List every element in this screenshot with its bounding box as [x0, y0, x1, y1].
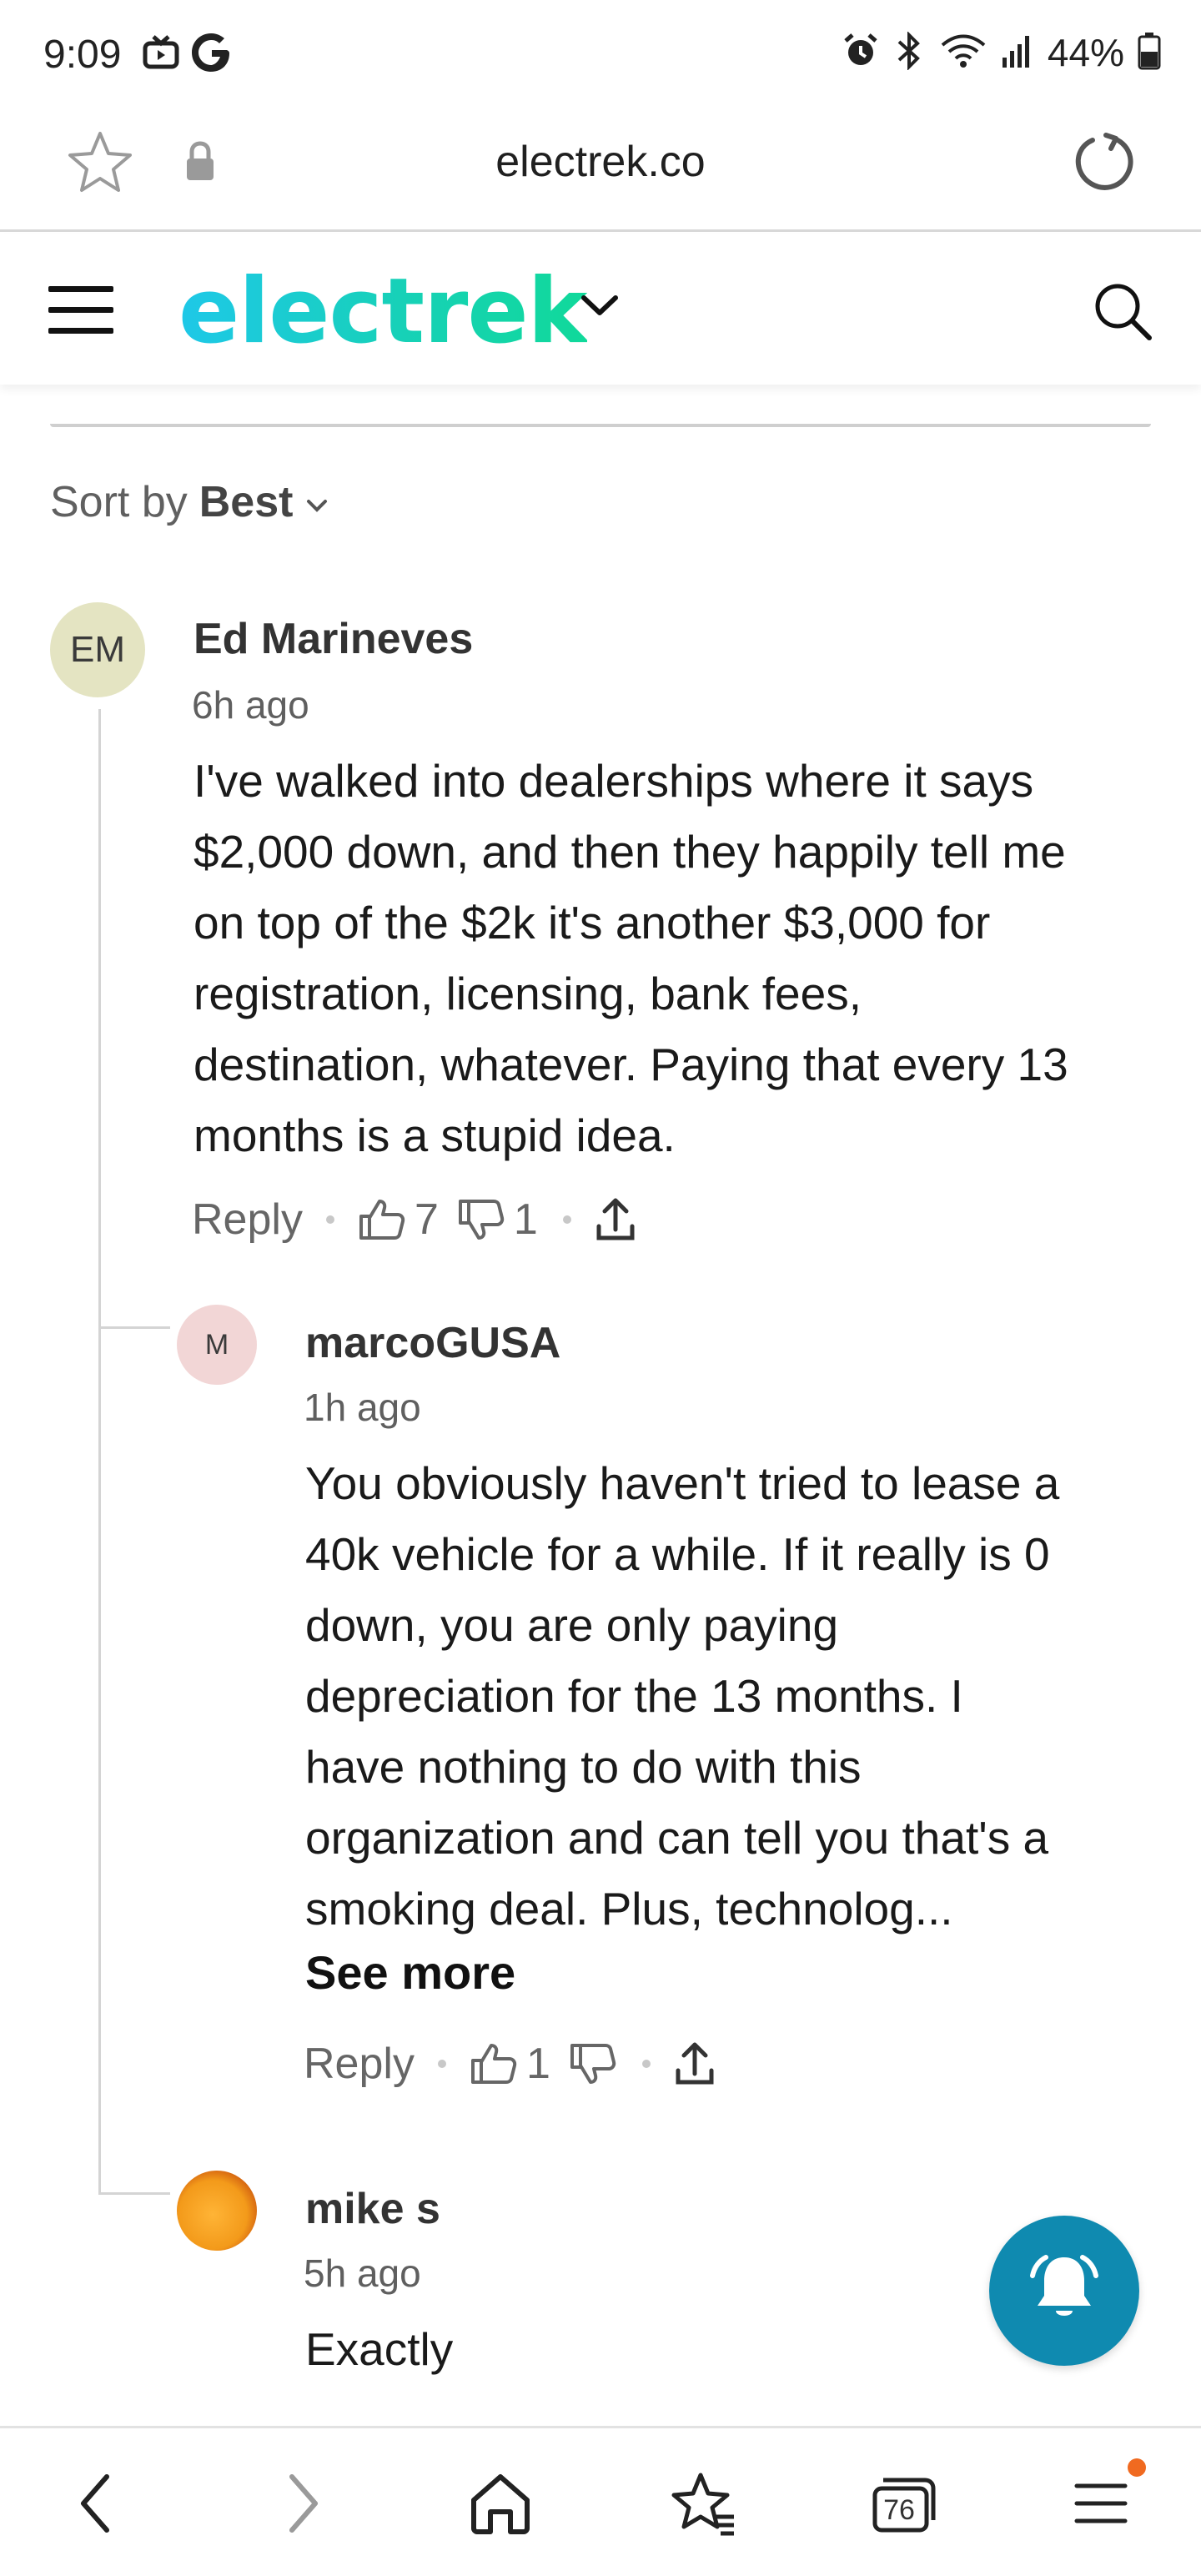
see-more-link[interactable]: See more: [305, 1945, 515, 2000]
comment-body: You obviously haven't tried to lease a 4…: [305, 1448, 1181, 1945]
sort-value: Best: [198, 478, 294, 526]
comment-line: organization and can tell you that's a: [305, 1812, 1049, 1864]
chevron-down-icon[interactable]: [579, 289, 621, 327]
comment-line: 40k vehicle for a while. If it really is…: [305, 1528, 1050, 1580]
bookmarks-icon[interactable]: [661, 2462, 744, 2545]
share-icon[interactable]: [595, 1196, 636, 1243]
comment-time: 6h ago: [192, 683, 309, 727]
status-time: 9:09: [43, 33, 122, 77]
comment-line: down, you are only paying: [305, 1599, 839, 1651]
comment-line: destination, whatever. Paying that every…: [193, 1039, 1068, 1090]
comment-line: You obviously haven't tried to lease a: [305, 1457, 1060, 1509]
menu-notification-dot: [1128, 2458, 1146, 2477]
separator-dot: [562, 1215, 571, 1224]
reply-button[interactable]: Reply: [304, 2039, 415, 2089]
share-icon[interactable]: [674, 2040, 716, 2087]
search-icon[interactable]: [1091, 279, 1154, 347]
tab-count: 76: [883, 2493, 915, 2526]
comment-line: $2,000 down, and then they happily tell …: [193, 826, 1066, 878]
comment-input-border: [50, 424, 1151, 427]
avatar[interactable]: [177, 2171, 257, 2251]
comment-author[interactable]: marcoGUSA: [305, 1318, 560, 1368]
avatar[interactable]: M: [177, 1305, 257, 1385]
status-left-icons: [142, 30, 234, 79]
status-bar: 9:09 44%: [0, 0, 1201, 107]
comment-line: have nothing to do with this: [305, 1741, 862, 1793]
thumbs-up-icon[interactable]: [470, 2042, 518, 2085]
forward-button[interactable]: [260, 2462, 344, 2545]
comment-line: smoking deal. Plus, technolog...: [305, 1883, 953, 1935]
chevron-down-icon: [304, 477, 329, 527]
battery-icon: [1138, 32, 1161, 74]
status-right-icons: 44%: [842, 30, 1161, 75]
url-address[interactable]: electrek.co: [0, 137, 1201, 187]
comment-line: months is a stupid idea.: [193, 1109, 676, 1161]
separator-dot: [325, 1215, 334, 1224]
sort-label: Sort by: [50, 478, 188, 526]
google-icon: [188, 30, 234, 79]
reply-button[interactable]: Reply: [192, 1195, 303, 1245]
tv-icon: [142, 33, 180, 76]
browser-url-bar: electrek.co: [0, 107, 1201, 232]
battery-percent: 44%: [1047, 31, 1124, 74]
upvote-count: 1: [525, 2040, 550, 2088]
tabs-button[interactable]: 76: [861, 2462, 944, 2545]
comment-line: Exactly: [305, 2323, 454, 2375]
comment-line: I've walked into dealerships where it sa…: [193, 755, 1034, 807]
home-icon[interactable]: [459, 2462, 542, 2545]
wifi-icon: [939, 32, 987, 74]
site-header: electrek: [0, 234, 1201, 385]
reply-connector: [98, 1326, 170, 1329]
bell-icon: [1023, 2247, 1106, 2335]
avatar[interactable]: EM: [50, 602, 145, 697]
menu-hamburger-icon[interactable]: [48, 286, 115, 335]
comment-actions: Reply 1: [304, 2039, 716, 2089]
comment-actions: Reply 7 1: [192, 1195, 636, 1245]
alarm-icon: [842, 33, 879, 73]
bluetooth-icon: [892, 30, 926, 74]
comment-time: 1h ago: [304, 1386, 421, 1429]
separator-dot: [437, 2060, 446, 2068]
site-logo[interactable]: electrek: [178, 259, 587, 364]
notification-bell-button[interactable]: [989, 2216, 1139, 2366]
comment-line: on top of the $2k it's another $3,000 fo…: [193, 897, 991, 948]
reply-connector: [98, 2192, 170, 2195]
comment-body: Exactly: [305, 2314, 1056, 2385]
separator-dot: [641, 2060, 651, 2068]
sort-control[interactable]: Sort by Best: [50, 477, 329, 527]
thumbs-up-icon[interactable]: [358, 1198, 406, 1241]
thumbs-down-icon[interactable]: [457, 1198, 505, 1241]
comment-body: I've walked into dealerships where it sa…: [193, 746, 1178, 1171]
comment-time: 5h ago: [304, 2251, 421, 2295]
comment-author[interactable]: mike s: [305, 2184, 440, 2234]
reload-icon[interactable]: [1068, 125, 1143, 204]
thumbs-down-icon[interactable]: [569, 2042, 617, 2085]
comment-line: depreciation for the 13 months. I: [305, 1670, 963, 1722]
thread-line: [98, 709, 101, 2194]
browser-bottom-nav: 76: [0, 2426, 1201, 2576]
comment-line: registration, licensing, bank fees,: [193, 968, 862, 1019]
upvote-count: 7: [414, 1195, 439, 1244]
comment-author[interactable]: Ed Marineves: [193, 614, 473, 664]
downvote-count: 1: [513, 1195, 538, 1244]
back-button[interactable]: [55, 2462, 138, 2545]
signal-icon: [1001, 33, 1034, 73]
